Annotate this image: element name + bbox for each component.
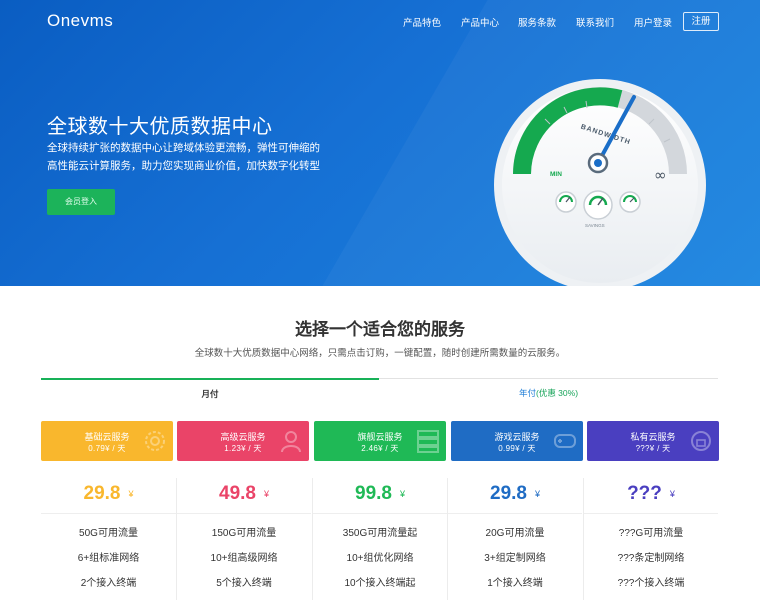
plan-price-value: 29.8 [83, 483, 121, 504]
plan-feature: ???G可用流量 [618, 528, 684, 539]
plan-price: 29.8 ¥ [448, 483, 582, 505]
hero-desc-line-2: 高性能云计算服务，助力您实现商业价值，加快数字化转型 [47, 160, 320, 172]
divider [41, 513, 176, 514]
divider [313, 513, 447, 514]
plan-feature: 10个接入终端起 [344, 578, 416, 589]
plan-column-advanced: 49.8 ¥ 150G可用流量 10+组高级网络 5个接入终端 [176, 478, 311, 600]
server-icon [417, 430, 439, 453]
plan-price-unit: ¥ [669, 489, 675, 499]
divider [448, 513, 582, 514]
tab-yearly-label: 年付(优惠 30%) [379, 387, 718, 399]
plan-price-value: ??? [627, 483, 662, 504]
plan-details: 29.8 ¥ 50G可用流量 6+组标准网络 2个接入终端 49.8 ¥ 150G可… [41, 478, 718, 600]
plan-feature: 1个接入终端 [487, 578, 543, 589]
hero-description: 全球持续扩张的数据中心让跨域体验更流畅，弹性可伸缩的 高性能云计算服务，助力您实… [47, 139, 327, 175]
plan-card-basic[interactable]: 基础云服务 0.79¥ / 天 [41, 421, 173, 461]
hero-banner: Onevms 产品特色 产品中心 服务条款 联系我们 用户登录 注册 全球数十大… [0, 0, 760, 286]
plan-feature: 10+组优化网络 [346, 553, 414, 564]
divider [584, 513, 718, 514]
gauge-savings-label: SAVINGS [585, 223, 605, 228]
user-badge-icon [281, 431, 301, 453]
plan-price-value: 99.8 [355, 483, 392, 504]
plan-cards: 基础云服务 0.79¥ / 天 高级云服务 1.23¥ / 天 旗舰云服务 2.… [41, 421, 719, 461]
nav-item-contact[interactable]: 联系我们 [576, 15, 614, 29]
cloud-lock-icon [691, 431, 711, 451]
member-login-button[interactable]: 会员登入 [47, 189, 115, 215]
gauge-min-label: MIN [550, 171, 562, 178]
plan-feature: 10+组高级网络 [210, 553, 278, 564]
plan-price-unit: ¥ [399, 489, 405, 499]
plan-feature: 2个接入终端 [80, 578, 137, 589]
plan-price-value: 49.8 [219, 483, 256, 504]
bandwidth-gauge-illustration: MIN ∞ BANDWIDTH SAVINGS [494, 79, 706, 286]
register-button[interactable]: 注册 [683, 12, 719, 31]
hero-desc-line-1: 全球持续扩张的数据中心让跨域体验更流畅，弹性可伸缩的 [47, 142, 320, 154]
nav-item-login[interactable]: 用户登录 [634, 15, 672, 29]
plan-price: 49.8 ¥ [177, 483, 311, 505]
nav-item-features[interactable]: 产品特色 [403, 15, 441, 29]
tab-monthly[interactable]: 月付 [41, 378, 379, 400]
plan-price: 99.8 ¥ [313, 483, 447, 505]
plan-price: 29.8 ¥ [41, 483, 176, 505]
plan-feature: 350G可用流量起 [342, 528, 418, 539]
plan-price-unit: ¥ [534, 489, 540, 499]
plan-feature: 20G可用流量 [485, 528, 545, 539]
nav-item-terms[interactable]: 服务条款 [518, 15, 556, 29]
billing-tabs: 月付 年付(优惠 30%) [41, 378, 718, 400]
plan-card-flagship[interactable]: 旗舰云服务 2.46¥ / 天 [314, 421, 446, 461]
plan-card-private[interactable]: 私有云服务 ???¥ / 天 [587, 421, 719, 461]
plans-title: 选择一个适合您的服务 [295, 320, 465, 339]
divider [177, 513, 311, 514]
plan-card-advanced[interactable]: 高级云服务 1.23¥ / 天 [177, 421, 309, 461]
tab-yearly-discount: (优惠 30%) [535, 388, 579, 398]
tab-monthly-label: 月付 [201, 389, 219, 399]
plan-price-unit: ¥ [263, 489, 269, 499]
gamepad-icon [554, 434, 576, 448]
plan-feature: ???条定制网络 [617, 553, 685, 564]
top-nav: 产品特色 产品中心 服务条款 联系我们 用户登录 注册 [0, 12, 760, 32]
gear-icon [145, 431, 165, 451]
plan-column-gaming: 29.8 ¥ 20G可用流量 3+组定制网络 1个接入终端 [447, 478, 582, 600]
plan-feature: ???个接入终端 [617, 578, 685, 589]
plan-feature: 150G可用流量 [211, 528, 277, 539]
plan-column-flagship: 99.8 ¥ 350G可用流量起 10+组优化网络 10个接入终端起 [312, 478, 447, 600]
plan-price: ??? ¥ [584, 483, 718, 505]
tab-yearly[interactable]: 年付(优惠 30%) [379, 378, 718, 400]
plan-feature: 50G可用流量 [79, 528, 138, 539]
plan-column-basic: 29.8 ¥ 50G可用流量 6+组标准网络 2个接入终端 [41, 478, 176, 600]
plans-subtitle: 全球数十大优质数据中心网络，只需点击订购，一键配置，随时创建所需数量的云服务。 [194, 348, 566, 359]
plan-feature: 5个接入终端 [216, 578, 272, 589]
plan-price-unit: ¥ [128, 489, 134, 499]
plan-feature: 6+组标准网络 [77, 553, 140, 564]
plan-column-private: ??? ¥ ???G可用流量 ???条定制网络 ???个接入终端 [583, 478, 718, 600]
plan-price-value: 29.8 [490, 483, 527, 504]
plan-card-gaming[interactable]: 游戏云服务 0.99¥ / 天 [451, 421, 583, 461]
nav-item-products[interactable]: 产品中心 [461, 15, 499, 29]
gauge-max-label: ∞ [654, 166, 667, 184]
tab-yearly-text: 年付 [518, 388, 536, 398]
hero-title: 全球数十大优质数据中心 [47, 116, 273, 138]
plan-feature: 3+组定制网络 [484, 553, 546, 564]
